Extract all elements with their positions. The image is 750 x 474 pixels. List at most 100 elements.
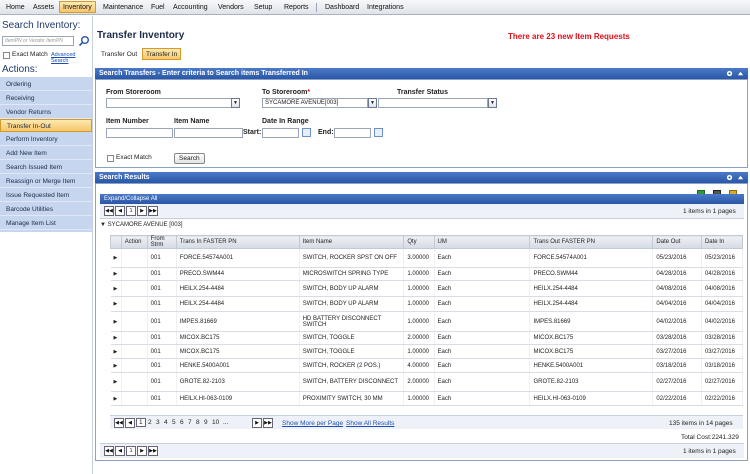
column-header[interactable]: Item Name	[298, 235, 405, 249]
next-page-icon[interactable]: ▶	[137, 206, 147, 216]
column-header[interactable]: Qty	[403, 235, 435, 249]
table-cell[interactable]	[121, 311, 148, 332]
transfer-status-dropdown-button[interactable]: ▼	[488, 98, 497, 108]
menu-maintenance[interactable]: Maintenance	[100, 2, 146, 13]
action-ordering[interactable]: Ordering	[0, 78, 92, 91]
expand-collapse-all[interactable]: Expand/Collapse All	[100, 194, 744, 204]
row-expand-icon[interactable]: ▶	[110, 391, 122, 406]
column-header[interactable]: Trans Out FASTER PN	[529, 235, 654, 249]
table-row[interactable]: ▶ 001 GROTE.82-2103 SWITCH, BATTERY DISCONN…	[110, 372, 744, 392]
transfer-status-select[interactable]	[378, 98, 488, 108]
table-row[interactable]: ▶ 001 PRECO.SWM44 MICROSWITCH SPRING TYPE 1.…	[110, 267, 744, 281]
settings-gear-icon[interactable]	[726, 174, 733, 181]
column-header[interactable]: UM	[433, 235, 531, 249]
item-name-input[interactable]	[174, 128, 243, 138]
table-row[interactable]: ▶ 001 IMPES.81669 HD BATTERY DISCONNECT SWI…	[110, 311, 744, 332]
end-calendar-icon[interactable]	[374, 128, 383, 137]
menu-inventory[interactable]: Inventory	[59, 1, 96, 13]
page-number[interactable]: 10	[212, 419, 219, 426]
page-number[interactable]: 6	[180, 419, 184, 426]
row-expand-icon[interactable]: ▶	[110, 331, 122, 345]
menu-setup[interactable]: Setup	[251, 2, 275, 13]
from-storeroom-select[interactable]	[106, 98, 232, 108]
start-calendar-icon[interactable]	[302, 128, 311, 137]
row-expand-icon[interactable]: ▶	[110, 248, 122, 268]
from-storeroom-dropdown-button[interactable]: ▼	[231, 98, 240, 108]
search-icon[interactable]	[78, 35, 90, 47]
group-row[interactable]: ▼ SYCAMORE AVENUE [003]	[100, 222, 183, 228]
table-row[interactable]: ▶ 001 HEILX.HI-063-0109 PROXIMITY SWITCH, 3…	[110, 391, 744, 406]
column-header[interactable]: Trans In FASTER PN	[175, 235, 300, 249]
table-row[interactable]: ▶ 001 HEILX.254-4484 SWITCH, BODY UP ALARM 1…	[110, 296, 744, 312]
action-receiving[interactable]: Receiving	[0, 92, 92, 105]
column-header[interactable]: From Strm	[146, 235, 177, 249]
first-page-icon[interactable]: ◀◀	[104, 206, 114, 216]
table-cell[interactable]	[121, 372, 148, 392]
action-search-issued-item[interactable]: Search Issued Item	[0, 161, 92, 174]
table-row[interactable]: ▶ 001 HEILX.254-4484 SWITCH, BODY UP ALARM 1…	[110, 280, 744, 297]
menu-dashboard[interactable]: Dashboard	[322, 2, 362, 13]
page-number[interactable]: 4	[164, 419, 168, 426]
menu-reports[interactable]: Reports	[281, 2, 312, 13]
page-number[interactable]: 9	[204, 419, 208, 426]
page-number[interactable]: 2	[148, 419, 152, 426]
exact-match-checkbox[interactable]	[3, 52, 10, 59]
table-row[interactable]: ▶ 001 HENKE.5400A001 SWITCH, ROCKER (2 POS.…	[110, 358, 744, 373]
item-requests-alert[interactable]: There are 23 new Item Requests	[508, 32, 630, 41]
group-collapse-icon[interactable]: ▼	[100, 222, 106, 228]
page-number[interactable]: 5	[172, 419, 176, 426]
table-cell[interactable]	[121, 248, 148, 268]
to-storeroom-select[interactable]: SYCAMORE AVENUE[003]	[262, 98, 368, 108]
bottom-first-page-icon[interactable]: ◀◀	[104, 446, 114, 456]
column-header[interactable]: Date In	[700, 235, 744, 249]
prev-page-icon[interactable]: ◀	[115, 206, 125, 216]
table-row[interactable]: ▶ 001 MICOX.BC175 SWITCH, TOGGLE 2.00000 Each…	[110, 331, 744, 345]
end-date-input[interactable]	[334, 128, 371, 138]
tab-transfer-in[interactable]: Transfer In	[142, 48, 182, 60]
inner-prev-page-icon[interactable]: ◀	[125, 418, 135, 428]
table-cell[interactable]	[121, 331, 148, 345]
page-number[interactable]: 8	[196, 419, 200, 426]
row-expand-icon[interactable]: ▶	[110, 344, 122, 359]
item-number-input[interactable]	[106, 128, 173, 138]
tab-transfer-out[interactable]: Transfer Out	[97, 48, 141, 60]
last-page-icon[interactable]: ▶▶	[148, 206, 158, 216]
menu-integrations[interactable]: Integrations	[364, 2, 407, 13]
action-manage-item-list[interactable]: Manage Item List	[0, 217, 92, 230]
collapse-arrow-icon[interactable]	[737, 70, 744, 77]
inventory-search-input[interactable]: ItemPN or Vendor ItemPN	[2, 36, 74, 46]
collapse-arrow-icon[interactable]	[737, 174, 744, 181]
column-header[interactable]: Action	[120, 235, 148, 249]
bottom-last-page-icon[interactable]: ▶▶	[148, 446, 158, 456]
action-perform-inventory[interactable]: Perform Inventory	[0, 133, 92, 146]
current-page[interactable]: 1	[126, 206, 136, 216]
exact-match-checkbox-search[interactable]	[107, 155, 114, 162]
table-cell[interactable]	[121, 280, 148, 297]
show-all-results-link[interactable]: Show All Results	[346, 420, 394, 427]
inner-last-page-icon[interactable]: ▶▶	[263, 418, 273, 428]
menu-accounting[interactable]: Accounting	[170, 2, 211, 13]
table-cell[interactable]	[121, 391, 148, 406]
menu-home[interactable]: Home	[3, 2, 28, 13]
bottom-current-page[interactable]: 1	[126, 446, 136, 456]
menu-assets[interactable]: Assets	[30, 2, 57, 13]
action-reassign-merge-item[interactable]: Reassign or Merge Item	[0, 175, 92, 188]
table-row[interactable]: ▶ 001 MICOX.BC175 SWITCH, TOGGLE 1.00000 Each…	[110, 344, 744, 359]
page-number[interactable]: 1	[136, 418, 146, 427]
action-barcode-utilities[interactable]: Barcode Utilities	[0, 203, 92, 216]
page-number[interactable]: 3	[156, 419, 160, 426]
to-storeroom-dropdown-button[interactable]: ▼	[368, 98, 377, 108]
row-expand-icon[interactable]: ▶	[110, 311, 122, 332]
inner-next-page-icon[interactable]: ▶	[252, 418, 262, 428]
table-cell[interactable]	[121, 358, 148, 373]
menu-vendors[interactable]: Vendors	[215, 2, 247, 13]
page-number[interactable]: 7	[188, 419, 192, 426]
action-vendor-returns[interactable]: Vendor Returns	[0, 106, 92, 119]
row-expand-icon[interactable]: ▶	[110, 267, 122, 281]
table-cell[interactable]	[121, 296, 148, 312]
row-expand-icon[interactable]: ▶	[110, 296, 122, 312]
table-cell[interactable]	[121, 267, 148, 281]
search-button[interactable]: Search	[174, 153, 205, 164]
table-row[interactable]: ▶ 001 FORCE.54574A001 SWITCH, ROCKER SPST O…	[110, 248, 744, 268]
column-header[interactable]: Date Out	[652, 235, 702, 249]
